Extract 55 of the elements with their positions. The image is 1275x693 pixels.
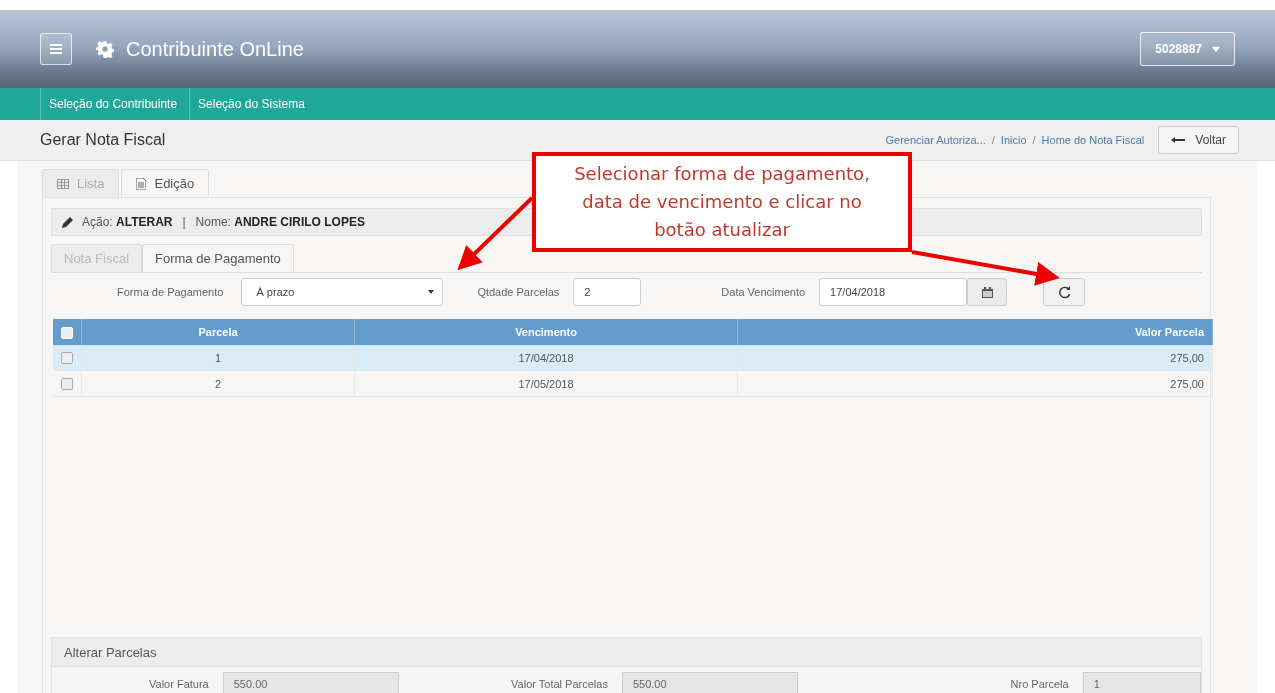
caret-icon (1212, 46, 1220, 52)
arrow-left-icon (1171, 137, 1186, 143)
annotation-text: botão atualizar (654, 218, 790, 242)
table-cell: 1 (81, 345, 355, 371)
table-cell: 275,00 (737, 370, 1213, 397)
separator-text: | (182, 215, 186, 229)
gear-icon (96, 40, 114, 58)
calendar-icon (981, 286, 993, 298)
readonly-field[interactable]: 550.00 (621, 672, 799, 693)
field-label: Valor Total Parcelas (510, 678, 608, 690)
breadcrumb-link[interactable]: Gerenciar Autoriza... (885, 134, 986, 146)
table-cell: 2 (81, 370, 355, 397)
action-text: Ação: ALTERAR (82, 215, 173, 229)
table-row[interactable]: 2 17/05/2018 275,00 (53, 370, 1213, 397)
panel-title: Alterar Parcelas (52, 638, 1201, 667)
document-icon (136, 177, 147, 190)
input-field[interactable]: 2 (573, 278, 642, 306)
grid-icon (57, 178, 69, 189)
calendar-button[interactable] (967, 278, 1008, 306)
table-cell: 17/04/2018 (354, 345, 738, 371)
breadcrumb-separator: / (1032, 134, 1036, 146)
breadcrumb-link[interactable]: Home do Nota Fiscal (1041, 134, 1145, 146)
back-button[interactable]: Voltar (1158, 126, 1239, 154)
breadcrumb-link[interactable]: Inicio (1000, 134, 1027, 146)
table-cell: 275,00 (737, 345, 1213, 371)
date-field[interactable]: 17/04/2018 (819, 278, 968, 306)
menu-icon (50, 44, 62, 54)
refresh-icon (1057, 285, 1071, 299)
column-header: Parcela (81, 319, 355, 345)
annotation-text: data de vencimento e clicar no (582, 190, 862, 214)
caret-icon (428, 290, 435, 294)
field-label: Valor Fatura (148, 678, 209, 690)
field-label: Data Vencimento (721, 286, 806, 298)
annotation-text: Selecionar forma de pagamento, (574, 162, 870, 186)
pencil-icon (62, 216, 74, 228)
app-title: Contribuinte OnLine (126, 37, 304, 61)
checkbox[interactable] (61, 352, 73, 365)
field-label: Nro Parcela (1009, 678, 1069, 690)
column-header: Vencimento (354, 319, 738, 345)
table-cell: 17/05/2018 (354, 370, 738, 397)
refresh-button[interactable] (1043, 278, 1086, 306)
page-title: Gerar Nota Fiscal (40, 131, 166, 149)
payment-select[interactable]: À prazo (241, 278, 444, 306)
menu-button[interactable] (40, 33, 72, 65)
readonly-field[interactable]: 550.00 (222, 672, 399, 693)
breadcrumb-separator: / (991, 134, 995, 146)
field-label: Qtdade Parcelas (477, 286, 560, 298)
checkbox[interactable] (61, 378, 73, 391)
table-row[interactable]: 1 17/04/2018 275,00 (53, 345, 1213, 371)
column-header: Valor Parcela (737, 319, 1213, 345)
tab[interactable]: Forma de Pagamento (142, 244, 294, 272)
field-label: Forma de Pagamento (117, 286, 224, 298)
tab[interactable]: Edição (121, 169, 210, 197)
name-text: Nome: ANDRE CIRILO LOPES (195, 215, 365, 229)
readonly-field[interactable]: 1 (1082, 672, 1201, 693)
